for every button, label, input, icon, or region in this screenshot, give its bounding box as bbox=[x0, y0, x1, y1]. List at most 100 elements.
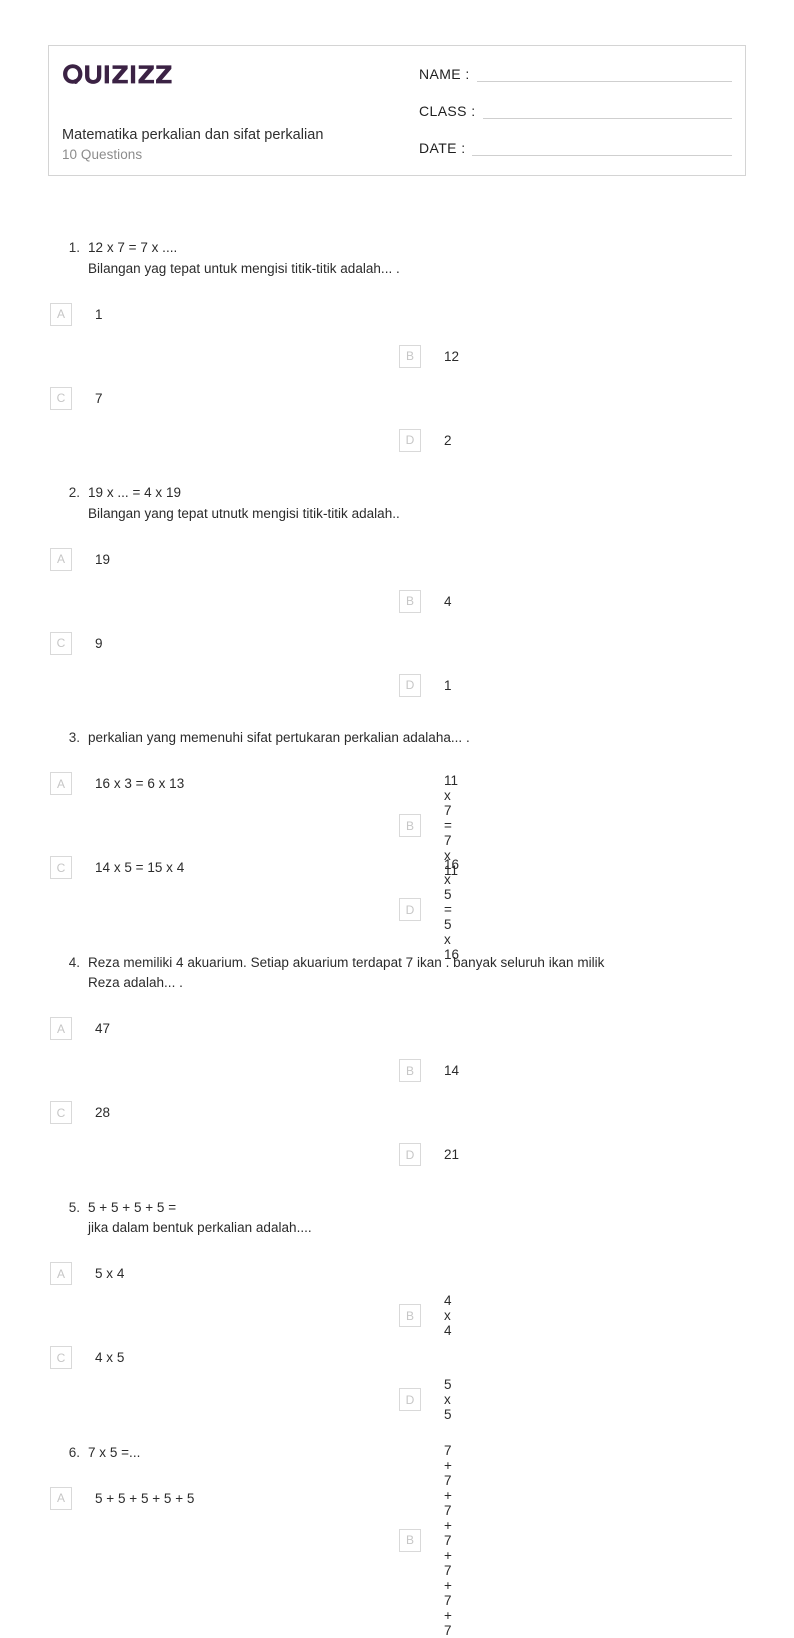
question-text-line: 7 x 5 =... bbox=[88, 1444, 141, 1460]
option-text: 5 x 5 bbox=[444, 1377, 452, 1422]
option-letter-box: D bbox=[399, 673, 421, 697]
quizizz-logo bbox=[63, 64, 172, 85]
question-header: 5. 5 + 5 + 5 + 5 = jika dalam bentuk perka… bbox=[48, 1198, 746, 1239]
name-field-input[interactable] bbox=[476, 66, 732, 82]
answer-option-a[interactable]: A 5 x 4 bbox=[48, 1253, 397, 1295]
answer-option-a[interactable]: A 47 bbox=[48, 1008, 397, 1050]
answer-option-c[interactable]: C 28 bbox=[48, 1092, 397, 1134]
answer-option-b[interactable]: B 7 + 7 + 7 + 7 + 7 + 7 + 7 bbox=[48, 1443, 452, 1638]
question-block: 6. 7 x 5 =... A 5 + 5 + 5 + 5 + 5 B 7 + 7 + 7… bbox=[48, 1443, 746, 1638]
option-letter-box: B bbox=[399, 1059, 421, 1082]
name-field-label: NAME : bbox=[419, 66, 470, 82]
question-text-line: jika dalam bentuk perkalian adalah.... bbox=[88, 1220, 312, 1235]
option-text: 1 bbox=[95, 306, 103, 322]
option-letter-box: B bbox=[399, 1304, 421, 1327]
question-block: 5. 5 + 5 + 5 + 5 = jika dalam bentuk perka… bbox=[48, 1198, 746, 1422]
option-letter-box: D bbox=[399, 428, 421, 452]
answer-option-c[interactable]: C9 bbox=[48, 622, 397, 664]
question-spacer bbox=[48, 1421, 746, 1443]
option-letter-box: A bbox=[50, 1262, 72, 1285]
question-text: 5 + 5 + 5 + 5 = jika dalam bentuk perkali… bbox=[88, 1198, 312, 1239]
question-header: 2. 19 x ... = 4 x 19 Bilangan yang tepat u… bbox=[48, 483, 746, 524]
answer-option-d[interactable]: D1 bbox=[48, 664, 452, 706]
option-letter-box: C bbox=[50, 386, 72, 410]
option-letter-box: D bbox=[399, 1388, 421, 1411]
option-text: 9 bbox=[95, 635, 103, 651]
question-text-line: Bilangan yag tepat untuk mengisi titik-t… bbox=[88, 260, 400, 276]
question-text: perkalian yang memenuhi sifat pertukaran… bbox=[88, 728, 470, 749]
option-letter-box: A bbox=[50, 547, 72, 571]
option-letter-box: C bbox=[50, 856, 72, 879]
question-text: Reza memiliki 4 akuarium. Setiap akuariu… bbox=[88, 953, 604, 994]
question-spacer bbox=[48, 931, 746, 953]
answer-option-b[interactable]: B4 bbox=[48, 580, 452, 622]
option-letter-box: A bbox=[50, 772, 72, 795]
answer-option-d[interactable]: D2 bbox=[48, 419, 452, 461]
option-letter-box: D bbox=[399, 898, 421, 921]
date-field-row: DATE : bbox=[419, 136, 732, 156]
answer-option-c[interactable]: C7 bbox=[48, 377, 397, 419]
answer-option-a[interactable]: A 5 + 5 + 5 + 5 + 5 bbox=[48, 1477, 397, 1519]
answer-option-b[interactable]: B 4 x 4 bbox=[48, 1293, 452, 1338]
question-text-line: Reza adalah... . bbox=[88, 975, 183, 990]
question-text-line: perkalian yang memenuhi sifat pertukaran… bbox=[88, 730, 470, 745]
date-field-input[interactable] bbox=[472, 140, 732, 156]
option-text: 5 + 5 + 5 + 5 + 5 bbox=[95, 1490, 195, 1506]
answer-option-d[interactable]: D 21 bbox=[48, 1134, 459, 1176]
option-text: 47 bbox=[95, 1021, 111, 1036]
question-spacer bbox=[48, 461, 746, 483]
student-info-fields: NAME : CLASS : DATE : bbox=[409, 46, 745, 175]
option-text: 21 bbox=[444, 1147, 460, 1162]
answer-options: A 16 x 3 = 6 x 13 B 11 x 7 = 7 x 11 C 14 x 5 … bbox=[48, 763, 746, 962]
option-letter-box: C bbox=[50, 1346, 72, 1369]
option-text: 19 bbox=[95, 551, 111, 567]
answer-option-b[interactable]: B 14 bbox=[48, 1050, 459, 1092]
question-number: 4. bbox=[68, 954, 80, 970]
answer-options: A 5 + 5 + 5 + 5 + 5 B 7 + 7 + 7 + 7 + 7 + 7… bbox=[48, 1443, 746, 1638]
question-text-line: Reza memiliki 4 akuarium. Setiap akuariu… bbox=[88, 954, 605, 970]
option-text: 5 x 4 bbox=[95, 1266, 125, 1281]
option-letter-box: A bbox=[50, 1017, 72, 1040]
question-text-line: 5 + 5 + 5 + 5 = bbox=[88, 1199, 177, 1215]
option-text: 14 x 5 = 15 x 4 bbox=[95, 860, 185, 875]
worksheet-header: Matematika perkalian dan sifat perkalian… bbox=[48, 45, 746, 176]
option-text: 1 bbox=[444, 677, 452, 693]
option-text: 2 bbox=[444, 432, 452, 448]
option-text: 16 x 5 = 5 x 16 bbox=[444, 857, 460, 962]
question-text: 19 x ... = 4 x 19 Bilangan yang tepat utn… bbox=[88, 483, 400, 524]
option-text: 7 + 7 + 7 + 7 + 7 + 7 + 7 bbox=[444, 1442, 452, 1638]
answer-option-c[interactable]: C 14 x 5 = 15 x 4 bbox=[48, 847, 397, 889]
question-block: 1. 12 x 7 = 7 x .... Bilangan yag tepat un… bbox=[48, 238, 746, 461]
date-field-label: DATE : bbox=[419, 140, 466, 156]
answer-option-a[interactable]: A 19 bbox=[48, 538, 397, 580]
class-field-label: CLASS : bbox=[419, 103, 476, 119]
answer-option-a[interactable]: A1 bbox=[48, 293, 397, 335]
option-letter-box: B bbox=[399, 1528, 421, 1552]
option-letter-box: A bbox=[50, 1486, 72, 1510]
class-field-input[interactable] bbox=[482, 103, 732, 119]
answer-options: A 1 B 12 C 7 D 2 bbox=[48, 293, 746, 461]
question-header: 6. 7 x 5 =... bbox=[48, 1443, 746, 1464]
question-text: 12 x 7 = 7 x .... Bilangan yag tepat untu… bbox=[88, 238, 400, 279]
question-text: 7 x 5 =... bbox=[88, 1443, 140, 1464]
question-header: 4. Reza memiliki 4 akuarium. Setiap akuar… bbox=[48, 953, 746, 994]
answer-options: A 5 x 4 B 4 x 4 C 4 x 5 D 5 x 5 bbox=[48, 1253, 746, 1422]
option-text: 14 bbox=[444, 1063, 460, 1078]
answer-option-d[interactable]: D 5 x 5 bbox=[48, 1377, 452, 1422]
option-letter-box: A bbox=[50, 302, 72, 326]
question-block: 3. perkalian yang memenuhi sifat pertukar… bbox=[48, 728, 746, 962]
answer-option-b[interactable]: B 11 x 7 = 7 x 11 bbox=[48, 773, 458, 878]
answer-option-b[interactable]: B 12 bbox=[48, 335, 459, 377]
class-field-row: CLASS : bbox=[419, 99, 732, 119]
question-number: 1. bbox=[68, 240, 80, 255]
option-text: 7 bbox=[95, 390, 103, 406]
option-letter-box: B bbox=[399, 814, 421, 837]
answer-option-c[interactable]: C 4 x 5 bbox=[48, 1337, 397, 1379]
option-text: 4 bbox=[444, 593, 452, 609]
quiz-question-count: 10 Questions bbox=[62, 147, 143, 162]
option-letter-box: C bbox=[50, 631, 72, 655]
answer-option-d[interactable]: D 16 x 5 = 5 x 16 bbox=[48, 857, 459, 962]
name-field-row: NAME : bbox=[419, 62, 732, 82]
answer-option-a[interactable]: A 16 x 3 = 6 x 13 bbox=[48, 763, 397, 805]
question-number: 6. bbox=[68, 1444, 80, 1460]
